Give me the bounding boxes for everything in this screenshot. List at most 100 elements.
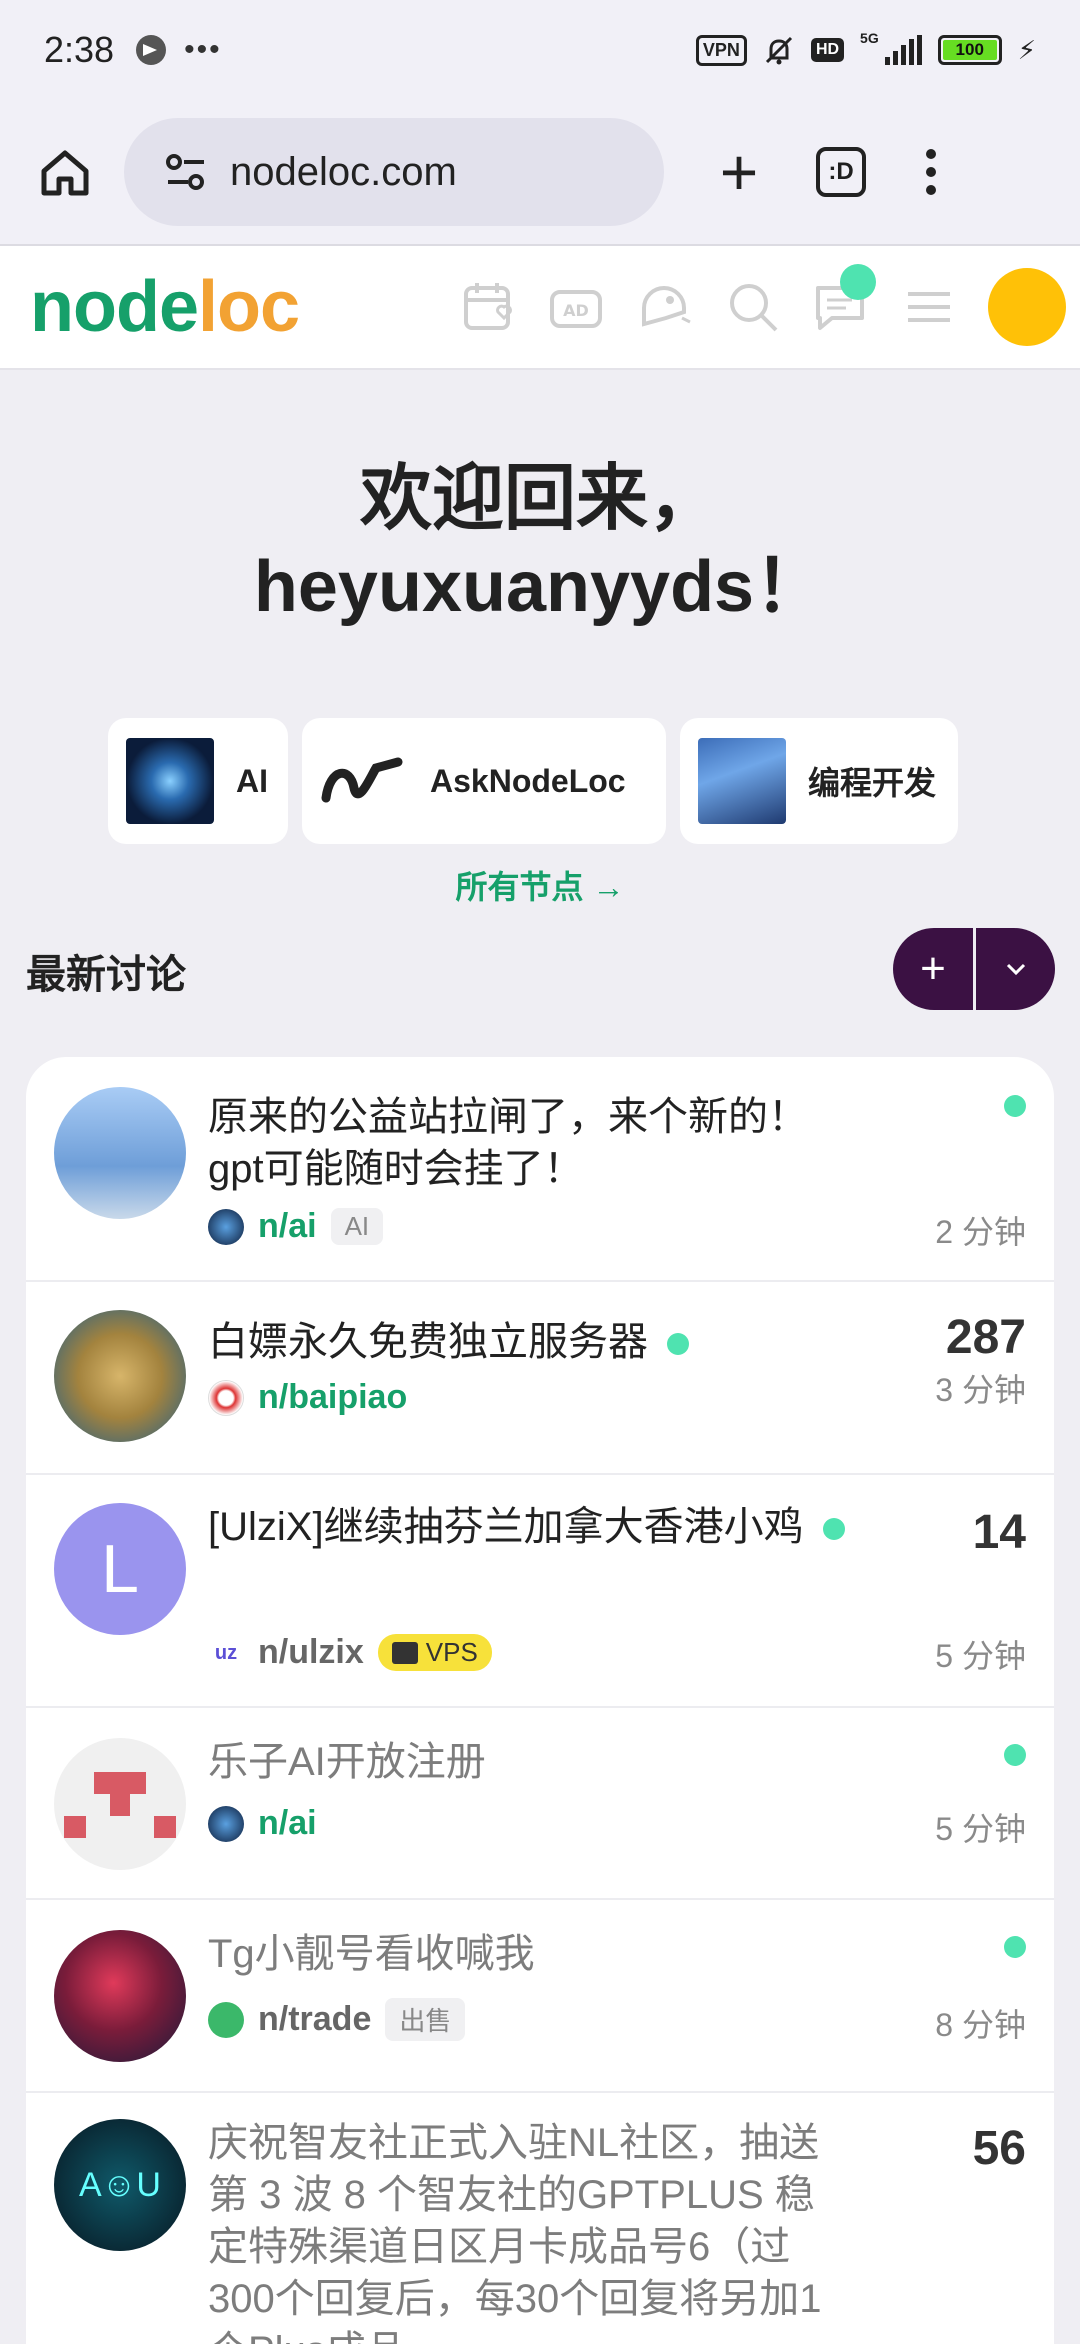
notification-dot	[840, 264, 876, 300]
tab-switcher-button[interactable]: :D	[816, 147, 866, 197]
author-avatar[interactable]	[54, 1930, 186, 2062]
node-label: AI	[236, 762, 268, 799]
hamburger-menu-icon[interactable]	[900, 278, 958, 336]
unread-indicator	[1004, 1095, 1026, 1117]
topic-title-text: [UlziX]继续抽芬兰加拿大香港小鸡	[208, 1505, 804, 1549]
topic-title-text: 白嫖永久免费独立服务器	[208, 1320, 648, 1364]
battery-icon: 100	[937, 35, 1002, 65]
telegram-icon	[136, 35, 167, 65]
identicon-image	[64, 1772, 176, 1838]
node-card-ai[interactable]: AI	[108, 718, 288, 844]
hd-badge: HD	[810, 38, 845, 62]
reply-count[interactable]: 287	[935, 1310, 1026, 1365]
topic-list: 原来的公益站拉闸了，来个新的！gpt可能随时会挂了！ n/ai AI 2 分钟 …	[26, 1057, 1054, 2344]
topic-title[interactable]: [UlziX]继续抽芬兰加拿大香港小鸡	[208, 1501, 848, 1553]
topic-row[interactable]: 原来的公益站拉闸了，来个新的！gpt可能随时会挂了！ n/ai AI 2 分钟	[26, 1057, 1054, 1282]
topic-category[interactable]: n/baipiao	[258, 1378, 407, 1417]
topic-category[interactable]: n/ulzix	[258, 1633, 364, 1672]
chat-icon[interactable]	[812, 264, 876, 336]
reply-count[interactable]: 14	[973, 1505, 1026, 1560]
topic-title[interactable]: Tg小靓号看收喊我	[208, 1928, 848, 1980]
charging-icon: ⚡	[1017, 34, 1036, 65]
browser-menu-button[interactable]	[926, 149, 936, 195]
new-topic-button[interactable]: +	[893, 928, 973, 1010]
all-nodes-link[interactable]: 所有节点 →	[0, 862, 1080, 908]
logo-text-loc: loc	[197, 267, 300, 347]
ad-icon[interactable]: AD	[548, 278, 606, 336]
user-avatar[interactable]	[988, 268, 1066, 346]
calendar-icon[interactable]	[460, 278, 518, 336]
topic-category[interactable]: n/trade	[258, 2000, 371, 2039]
author-avatar[interactable]: A☺U	[54, 2119, 186, 2251]
server-icon	[391, 1641, 418, 1664]
chevron-down-icon	[1006, 963, 1025, 976]
more-notifications-icon: •••	[184, 33, 222, 66]
new-tab-button[interactable]: +	[704, 134, 774, 210]
node-label: AskNodeLoc	[430, 762, 626, 799]
topic-category[interactable]: n/ai	[258, 1804, 317, 1843]
latest-discussions-title: 最新讨论	[26, 953, 186, 997]
topic-time[interactable]: 8 分钟	[935, 2007, 1026, 2043]
author-avatar[interactable]	[54, 1087, 186, 1219]
topic-time[interactable]: 5 分钟	[935, 1811, 1026, 1847]
programming-node-image	[698, 738, 786, 824]
unread-indicator	[822, 1518, 845, 1540]
asknodeloc-logo-icon	[320, 738, 408, 824]
node-card-asknodeloc[interactable]: AskNodeLoc	[302, 718, 666, 844]
topic-row[interactable]: A☺U 庆祝智友社正式入驻NL社区，抽送第 3 波 8 个智友社的GPTPLUS…	[26, 2093, 1054, 2344]
topic-title[interactable]: 原来的公益站拉闸了，来个新的！gpt可能随时会挂了！	[208, 1091, 848, 1195]
unread-indicator	[667, 1333, 690, 1355]
topic-title[interactable]: 乐子AI开放注册	[208, 1736, 848, 1788]
topic-category[interactable]: n/ai	[258, 1207, 317, 1246]
welcome-line-1: 欢迎回来，	[359, 459, 720, 539]
home-icon	[41, 150, 89, 196]
battery-level: 100	[942, 40, 997, 60]
author-avatar[interactable]	[54, 1310, 186, 1442]
signal-icon	[884, 35, 922, 65]
author-avatar[interactable]: L	[54, 1503, 186, 1635]
status-time: 2:38	[44, 29, 115, 70]
topic-time[interactable]: 3 分钟	[935, 1365, 1026, 1411]
topic-tag[interactable]: 出售	[385, 1998, 466, 2041]
topic-time[interactable]: 5 分钟	[935, 1631, 1026, 1677]
author-avatar[interactable]	[54, 1738, 186, 1870]
topic-tag[interactable]: VPS	[377, 1634, 492, 1671]
theme-toggle-icon[interactable]	[636, 278, 694, 336]
topic-title[interactable]: 庆祝智友社正式入驻NL社区，抽送第 3 波 8 个智友社的GPTPLUS 稳定特…	[208, 2117, 848, 2344]
node-card-programming[interactable]: 编程开发	[680, 718, 958, 844]
search-icon[interactable]	[724, 278, 782, 336]
topic-title[interactable]: 白嫖永久免费独立服务器	[208, 1316, 848, 1368]
new-topic-dropdown-button[interactable]	[976, 928, 1055, 1010]
category-trade-icon	[208, 2001, 244, 2038]
logo-text-node: node	[30, 267, 199, 347]
unread-indicator	[1004, 1936, 1026, 1958]
reply-count[interactable]: 56	[973, 2121, 1026, 2176]
category-baipiao-icon	[208, 1379, 244, 1416]
network-type: 5G	[860, 30, 879, 46]
topic-row[interactable]: L [UlziX]继续抽芬兰加拿大香港小鸡 uz n/ulzix VPS 14 …	[26, 1475, 1054, 1708]
featured-nodes: AI AskNodeLoc 编程开发	[108, 718, 958, 844]
category-ai-icon	[208, 1208, 244, 1245]
site-settings-icon[interactable]	[164, 152, 208, 192]
site-logo[interactable]: nodeloc	[30, 266, 300, 348]
node-label: 编程开发	[808, 765, 937, 801]
welcome-heading: 欢迎回来， heyuxuanyyds！	[0, 455, 1080, 631]
home-button[interactable]	[32, 139, 98, 205]
welcome-line-2: heyuxuanyyds！	[253, 547, 827, 627]
topic-row[interactable]: Tg小靓号看收喊我 n/trade 出售 8 分钟	[26, 1900, 1054, 2093]
topic-row[interactable]: 白嫖永久免费独立服务器 n/baipiao 287 3 分钟	[26, 1282, 1054, 1475]
svg-text:AD: AD	[563, 301, 589, 320]
address-bar[interactable]: nodeloc.com	[124, 118, 664, 226]
topic-time[interactable]: 2 分钟	[935, 1214, 1026, 1250]
new-topic-button-group: +	[893, 928, 1055, 1010]
browser-toolbar: nodeloc.com + :D	[0, 100, 1080, 246]
topic-row[interactable]: 乐子AI开放注册 n/ai 5 分钟	[26, 1708, 1054, 1900]
topic-tag[interactable]: AI	[330, 1208, 384, 1245]
url-text: nodeloc.com	[230, 149, 457, 194]
unread-indicator	[1004, 1744, 1026, 1766]
status-bar: 2:38 ••• VPN HD 5G 100 ⚡	[0, 0, 1080, 100]
vpn-badge: VPN	[695, 34, 747, 66]
category-ulzix-icon: uz	[208, 1634, 244, 1671]
ai-node-image	[126, 738, 214, 824]
avatar-letter: L	[101, 1531, 139, 1607]
